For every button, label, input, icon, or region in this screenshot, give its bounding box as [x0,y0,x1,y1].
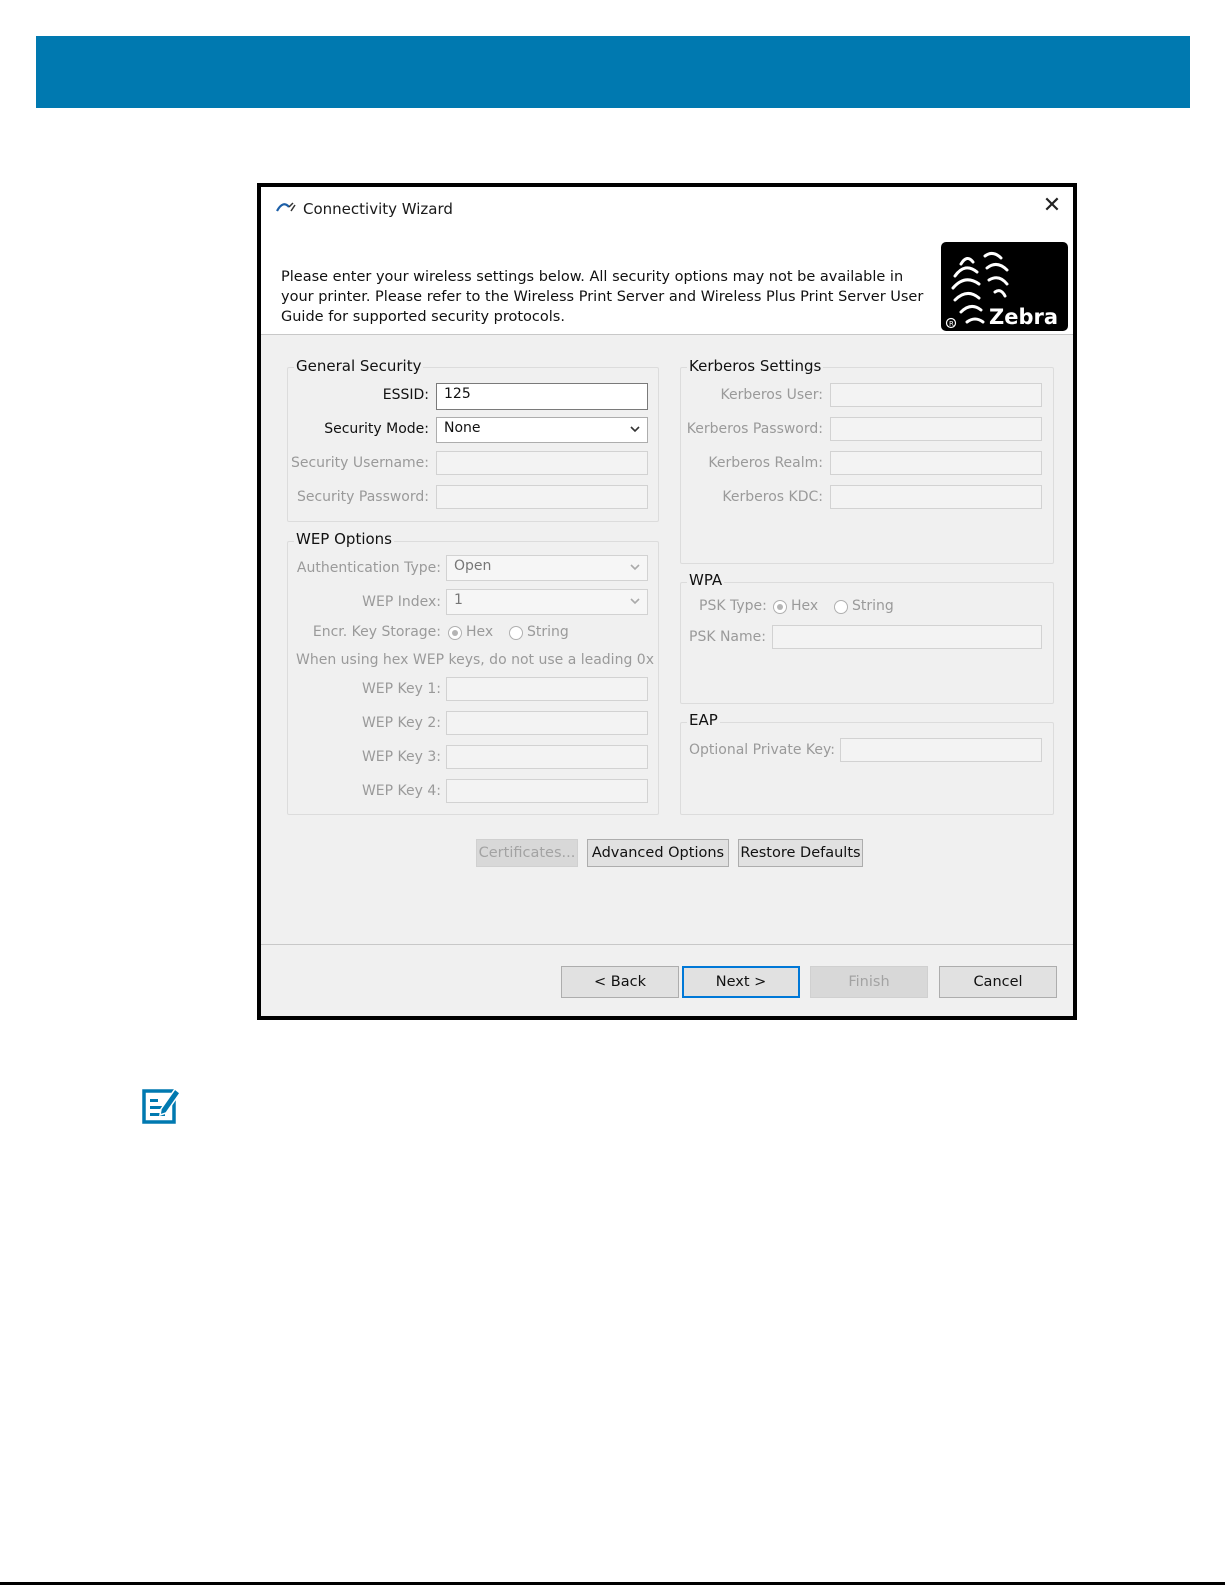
kerberos-settings-title: Kerberos Settings [687,357,824,375]
wep-key-3-input[interactable] [446,745,648,769]
psk-type-label: PSK Type: [699,598,767,614]
essid-input[interactable]: 125 [436,383,648,410]
wep-key-1-label: WEP Key 1: [361,681,441,697]
kerberos-realm-input[interactable] [830,451,1042,475]
security-mode-select[interactable]: None [436,417,648,443]
security-username-label: Security Username: [290,455,429,471]
psk-hex-radio[interactable] [773,600,787,614]
security-mode-label: Security Mode: [324,421,429,437]
close-icon[interactable]: ✕ [1041,195,1063,217]
security-username-input[interactable] [436,451,648,475]
wep-key-4-label: WEP Key 4: [361,783,441,799]
wep-hex-hint: When using hex WEP keys, do not use a le… [296,652,654,668]
general-security-title: General Security [294,357,424,375]
security-password-input[interactable] [436,485,648,509]
authentication-type-select[interactable]: Open [446,555,648,581]
security-mode-value: None [444,420,481,436]
wep-key-2-input[interactable] [446,711,648,735]
header-banner [36,36,1190,108]
eap-group [680,722,1054,815]
eap-title: EAP [687,711,720,729]
psk-name-input[interactable] [772,625,1042,649]
optional-private-key-label: Optional Private Key: [689,742,835,758]
connectivity-wizard-icon [276,202,296,212]
optional-private-key-input[interactable] [840,738,1042,762]
wep-key-3-label: WEP Key 3: [361,749,441,765]
dialog-header: Connectivity Wizard ✕ Please enter your … [261,187,1073,335]
connectivity-wizard-dialog: Connectivity Wizard ✕ Please enter your … [257,183,1077,1020]
kerberos-user-input[interactable] [830,383,1042,407]
svg-text:R: R [949,320,954,328]
psk-name-label: PSK Name: [689,629,766,645]
kerberos-realm-label: Kerberos Realm: [708,455,823,471]
dialog-title: Connectivity Wizard [303,200,453,218]
kerberos-kdc-input[interactable] [830,485,1042,509]
next-button[interactable]: Next > [682,966,800,998]
authentication-type-label: Authentication Type: [296,560,441,576]
wep-index-label: WEP Index: [362,594,441,610]
kerberos-user-label: Kerberos User: [720,387,824,403]
wep-key-2-label: WEP Key 2: [361,715,441,731]
kerberos-kdc-label: Kerberos KDC: [722,489,823,505]
essid-label: ESSID: [382,387,429,403]
psk-hex-label: Hex [791,598,819,614]
chevron-down-icon [630,598,640,605]
wep-key-4-input[interactable] [446,779,648,803]
chevron-down-icon [630,426,640,433]
zebra-logo-text: Zebra [989,305,1058,329]
certificates-button[interactable]: Certificates... [476,839,578,867]
encr-key-storage-label: Encr. Key Storage: [312,624,441,640]
wep-index-value: 1 [454,592,463,608]
authentication-type-value: Open [454,558,492,574]
restore-defaults-button[interactable]: Restore Defaults [738,839,863,867]
psk-string-radio[interactable] [834,600,848,614]
security-password-label: Security Password: [296,489,429,505]
wep-string-radio[interactable] [509,626,523,640]
wep-key-1-input[interactable] [446,677,648,701]
zebra-logo: R Zebra [941,242,1068,331]
back-button[interactable]: < Back [561,966,679,998]
wep-options-title: WEP Options [294,530,394,548]
finish-button[interactable]: Finish [810,966,928,998]
chevron-down-icon [630,564,640,571]
note-pencil-icon [142,1087,181,1124]
wep-index-select[interactable]: 1 [446,589,648,615]
wep-string-label: String [527,624,569,640]
advanced-options-button[interactable]: Advanced Options [587,839,729,867]
footer-separator [261,944,1073,945]
kerberos-password-label: Kerberos Password: [686,421,823,437]
wep-hex-radio[interactable] [448,626,462,640]
kerberos-password-input[interactable] [830,417,1042,441]
psk-string-label: String [852,598,894,614]
cancel-button[interactable]: Cancel [939,966,1057,998]
wpa-title: WPA [687,571,725,589]
intro-text: Please enter your wireless settings belo… [281,269,924,325]
wep-hex-label: Hex [466,624,494,640]
